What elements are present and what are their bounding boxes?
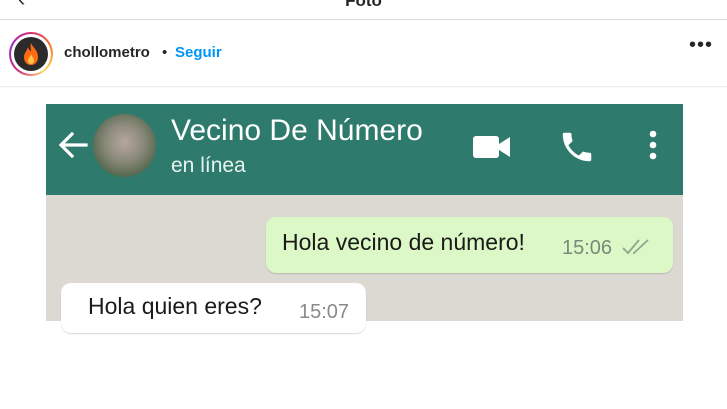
whatsapp-chat-area: Hola vecino de número! 15:06 Hola quien … (46, 195, 683, 333)
contact-avatar (93, 114, 156, 177)
contact-status: en línea (171, 154, 246, 177)
message-time: 15:07 (299, 301, 350, 323)
message-text: Hola vecino de número! (282, 229, 525, 255)
avatar-frame (11, 34, 51, 74)
message-text: Hola quien eres? (88, 293, 262, 319)
flame-logo-icon (14, 37, 48, 71)
more-horizontal-icon[interactable]: ••• (689, 34, 713, 57)
message-time: 15:06 (562, 237, 613, 259)
separator-dot: • (162, 44, 168, 61)
page-title: Foto (345, 0, 382, 10)
post-header: chollometro • Seguir ••• (0, 20, 727, 87)
contact-name: Vecino De Número (171, 114, 423, 147)
outgoing-message-bubble: Hola vecino de número! 15:06 (266, 217, 673, 273)
top-bar: ‹ Foto (0, 0, 727, 20)
more-vertical-icon (646, 128, 660, 169)
back-arrow-icon (56, 128, 90, 167)
follow-button[interactable]: Seguir (175, 44, 222, 61)
whatsapp-chat-header: Vecino De Número en línea (46, 104, 683, 195)
video-call-icon (472, 134, 512, 165)
avatar[interactable] (9, 32, 53, 76)
username-link[interactable]: chollometro (64, 44, 150, 61)
incoming-message-bubble: Hola quien eres? 15:07 (61, 283, 366, 333)
double-check-icon (621, 237, 651, 262)
phone-call-icon (558, 128, 596, 171)
